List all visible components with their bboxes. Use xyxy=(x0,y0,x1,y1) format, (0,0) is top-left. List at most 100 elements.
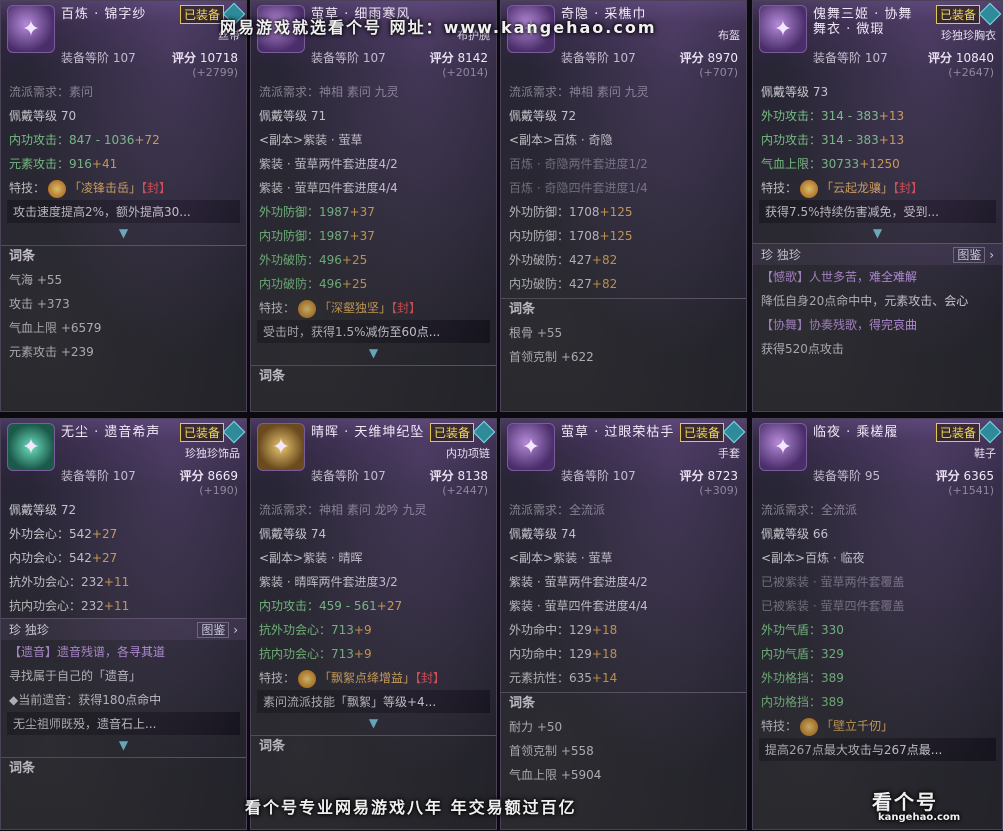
card-header: ✦ 百炼 · 锦字纱 已装备 丝带 xyxy=(1,1,246,53)
stat-line: 抗外功会心：232+11 xyxy=(9,575,130,589)
entry-line: 根骨 +55 xyxy=(509,326,563,340)
equipment-card[interactable]: ✦ 萤草 · 细雨寒风 布护腕 装备等阶 107 评分 8142 (+2014)… xyxy=(250,0,497,412)
skill-line: 特技： 「飘絮点绛增益」【封】 xyxy=(251,666,496,690)
entry-line: 耐力 +50 xyxy=(509,720,563,734)
equipment-card[interactable]: ✦ 百炼 · 锦字纱 已装备 丝带 装备等阶 107 评分 10718 (+27… xyxy=(0,0,247,412)
entry-line: 攻击 +373 xyxy=(9,297,70,311)
skill-line: 特技： 「深壑独坚」【封】 xyxy=(251,296,496,320)
set-line: 百炼 · 奇隐四件套进度1/4 xyxy=(509,181,648,195)
stat-line: 外功命中：129+18 xyxy=(509,623,618,637)
set-line: <副本>紫装 · 晴晖 xyxy=(259,551,363,565)
logo-text: 看个号 xyxy=(872,790,938,814)
stat-line: 外功破防：427+82 xyxy=(509,253,618,267)
card-header: ✦ 傀舞三姬 · 协舞 舞衣 · 微瑕 已装备 珍独珍胸衣 xyxy=(753,1,1002,53)
tujian-button[interactable]: 图鉴 xyxy=(197,622,230,638)
equipment-card[interactable]: ✦ 无尘 · 遗音希声 已装备 珍独珍饰品 装备等阶 107 评分 8669 (… xyxy=(0,418,247,830)
card-header: ✦ 萤草 · 过眼荣枯手 已装备 手套 xyxy=(501,419,746,471)
stat-line: 内功命中：129+18 xyxy=(509,647,618,661)
stat-line: 内功格挡：389 xyxy=(761,695,844,709)
score-delta: (+2647) xyxy=(948,66,994,79)
item-subtype: 布盔 xyxy=(718,29,740,42)
chevron-down-icon[interactable]: ▼ xyxy=(1,735,246,755)
stat-line: 内功攻击：459 - 561+27 xyxy=(259,599,403,613)
watermark-top: 网易游戏就选看个号 网址：www.kangehao.com xyxy=(220,18,657,37)
chevron-down-icon[interactable]: ▼ xyxy=(251,343,496,363)
skill-line: 特技： 「云起龙骧」【封】 xyxy=(753,176,1002,200)
equipment-card[interactable]: ✦ 临夜 · 乘槎履 已装备 鞋子 装备等阶 95 评分 6365 (+1541… xyxy=(752,418,1003,830)
ribbon-icon: ✦ xyxy=(7,5,55,53)
stat-line: 元素抗性：635+14 xyxy=(509,671,618,685)
rare-line: 降低自身20点命中中，元素攻击、会心 xyxy=(761,294,969,308)
set-line: 已被紫装 · 萤草四件套覆盖 xyxy=(761,599,905,613)
rare-header: 珍 独珍 图鉴 › xyxy=(1,618,246,640)
stat-line: 外功会心：542+27 xyxy=(9,527,118,541)
stat-line: 抗外功会心：713+9 xyxy=(259,623,372,637)
entry-line: 气海 +55 xyxy=(9,273,63,287)
set-line: 紫装 · 萤草四件套进度4/4 xyxy=(509,599,648,613)
equipped-badge: 已装备 xyxy=(935,5,980,24)
set-line: 紫装 · 萤草两件套进度4/2 xyxy=(259,157,398,171)
card-header: ✦ 晴晖 · 天维坤纪坠 已装备 内功项链 xyxy=(251,419,496,471)
wear-level: 佩戴等级 70 xyxy=(9,109,77,123)
rare-line: 寻找属于自己的「遗音」 xyxy=(9,669,142,683)
score-delta: (+2447) xyxy=(442,484,488,497)
school-requirement: 流派需求：神相 素问 九灵 xyxy=(509,85,649,99)
score-delta: (+309) xyxy=(699,484,738,497)
wear-level: 佩戴等级 74 xyxy=(259,527,327,541)
rare-description: 无尘祖师既殁，遗音石上... xyxy=(7,712,240,735)
wear-level: 佩戴等级 71 xyxy=(259,109,327,123)
stat-line: 内功防御：1987+37 xyxy=(259,229,375,243)
chevron-down-icon[interactable]: ▼ xyxy=(753,223,1002,243)
equipped-badge: 已装备 xyxy=(429,423,474,442)
wear-level: 佩戴等级 72 xyxy=(509,109,577,123)
entries-header: 词条 xyxy=(1,757,246,780)
item-subtype: 鞋子 xyxy=(974,447,996,460)
set-line: 百炼 · 奇隐两件套进度1/2 xyxy=(509,157,648,171)
skill-line: 特技： 「凌锋击岳」【封】 xyxy=(1,176,246,200)
watermark-bottom: 看个号专业网易游戏八年 年交易额过百亿 xyxy=(245,798,577,817)
score-delta: (+2799) xyxy=(192,66,238,79)
logo-subtext: kangehao.com xyxy=(878,812,961,823)
entry-line: 首领克制 +622 xyxy=(509,350,594,364)
stat-line: 外功攻击：314 - 383+13 xyxy=(761,109,905,123)
entries-header: 词条 xyxy=(1,245,246,268)
dancer-robe-icon: ✦ xyxy=(759,5,807,53)
rare-line: 获得520点攻击 xyxy=(761,342,844,356)
item-title: 晴晖 · 天维坤纪坠 xyxy=(311,425,425,440)
equipment-card[interactable]: ✦ 傀舞三姬 · 协舞 舞衣 · 微瑕 已装备 珍独珍胸衣 装备等阶 107 评… xyxy=(752,0,1003,412)
item-subtype: 珍独珍饰品 xyxy=(185,447,240,460)
chevron-down-icon[interactable]: ▼ xyxy=(251,713,496,733)
chevron-down-icon[interactable]: ▼ xyxy=(1,223,246,243)
school-requirement: 流派需求：神相 素问 九灵 xyxy=(259,85,399,99)
stat-line: 抗内功会心：232+11 xyxy=(9,599,130,613)
skill-flame-icon xyxy=(48,179,67,198)
entries-header: 词条 xyxy=(501,298,746,321)
equipment-grid: ✦ 百炼 · 锦字纱 已装备 丝带 装备等阶 107 评分 10718 (+27… xyxy=(0,0,1003,831)
skill-flame-icon xyxy=(298,299,317,318)
stat-line: 抗内功会心：713+9 xyxy=(259,647,372,661)
gem-icon xyxy=(978,2,1002,26)
equipment-card[interactable]: ✦ 晴晖 · 天维坤纪坠 已装备 内功项链 装备等阶 107 评分 8138 (… xyxy=(250,418,497,830)
item-subtype: 内功项链 xyxy=(446,447,490,460)
equipment-card[interactable]: ✦ 萤草 · 过眼荣枯手 已装备 手套 装备等阶 107 评分 8723 (+3… xyxy=(500,418,747,830)
wear-level: 佩戴等级 66 xyxy=(761,527,829,541)
gem-icon xyxy=(222,420,246,444)
stat-line: 外功防御：1987+37 xyxy=(259,205,375,219)
entries-header: 词条 xyxy=(501,692,746,715)
set-line: 紫装 · 晴晖两件套进度3/2 xyxy=(259,575,398,589)
equipment-card[interactable]: ✦ 奇隐 · 采樵巾 布盔 装备等阶 107 评分 8970 (+707) 流派… xyxy=(500,0,747,412)
boots-icon: ✦ xyxy=(759,423,807,471)
stat-line: 外功格挡：389 xyxy=(761,671,844,685)
tujian-button[interactable]: 图鉴 xyxy=(953,247,986,263)
stat-line: 气血上限：30733+1250 xyxy=(761,157,900,171)
score-delta: (+707) xyxy=(699,66,738,79)
item-subtype: 珍独珍胸衣 xyxy=(941,29,996,42)
gem-icon xyxy=(472,420,496,444)
skill-flame-icon xyxy=(298,669,317,688)
score-delta: (+190) xyxy=(199,484,238,497)
set-line: <副本>百炼 · 奇隐 xyxy=(509,133,613,147)
rare-line: ◆当前遗音：获得180点命中 xyxy=(9,693,162,707)
stat-line: 内功攻击：847 - 1036+72 xyxy=(9,133,160,147)
skill-flame-icon xyxy=(800,717,819,736)
skill-description: 获得7.5%持续伤害减免，受到... xyxy=(759,200,996,223)
